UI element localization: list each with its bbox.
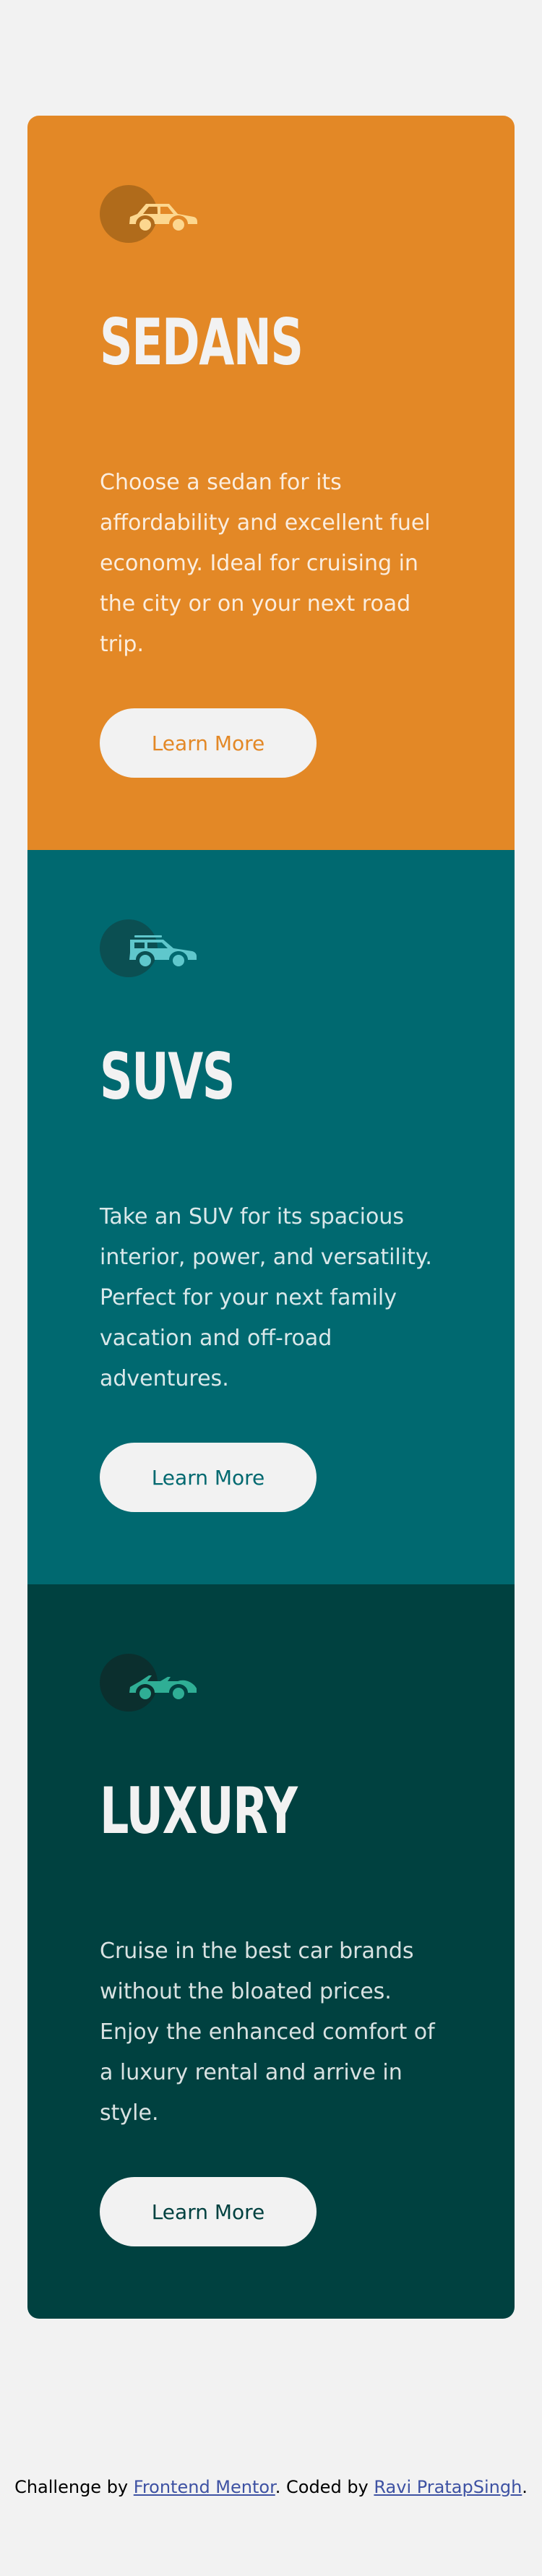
frontend-mentor-link[interactable]: Frontend Mentor (134, 2477, 275, 2497)
attribution: Challenge by Frontend Mentor. Coded by R… (0, 2475, 542, 2499)
suv-icon-wrapper (100, 919, 201, 977)
card-title: LUXURY (100, 1774, 298, 1848)
attribution-middle: . Coded by (275, 2477, 374, 2497)
learn-more-button[interactable]: Learn More (100, 2177, 317, 2246)
card-title: SEDANS (100, 305, 304, 379)
luxury-icon-wrapper (100, 1654, 201, 1712)
attribution-suffix: . (522, 2477, 528, 2497)
attribution-prefix: Challenge by (14, 2477, 134, 2497)
card-luxury: LUXURY Cruise in the best car brands wit… (27, 1584, 515, 2319)
card-description: Choose a sedan for its affordability and… (100, 470, 431, 657)
learn-more-button[interactable]: Learn More (100, 1443, 317, 1512)
learn-more-button[interactable]: Learn More (100, 708, 317, 778)
author-link[interactable]: Ravi PratapSingh (374, 2477, 522, 2497)
suv-car-icon (129, 935, 197, 966)
sedan-icon-wrapper (100, 185, 201, 243)
card-title: SUVS (100, 1039, 235, 1114)
luxury-car-icon (129, 1675, 197, 1699)
card-description: Cruise in the best car brands without th… (100, 1939, 435, 2126)
card-sedans: SEDANS Choose a sedan for its affordabil… (27, 116, 515, 850)
sedan-car-icon (129, 204, 197, 231)
card-description: Take an SUV for its spacious interior, p… (100, 1204, 432, 1391)
page: SEDANS Choose a sedan for its affordabil… (0, 0, 542, 2576)
card-container: SEDANS Choose a sedan for its affordabil… (27, 116, 515, 2319)
card-suvs: SUVS Take an SUV for its spacious interi… (27, 850, 515, 1584)
